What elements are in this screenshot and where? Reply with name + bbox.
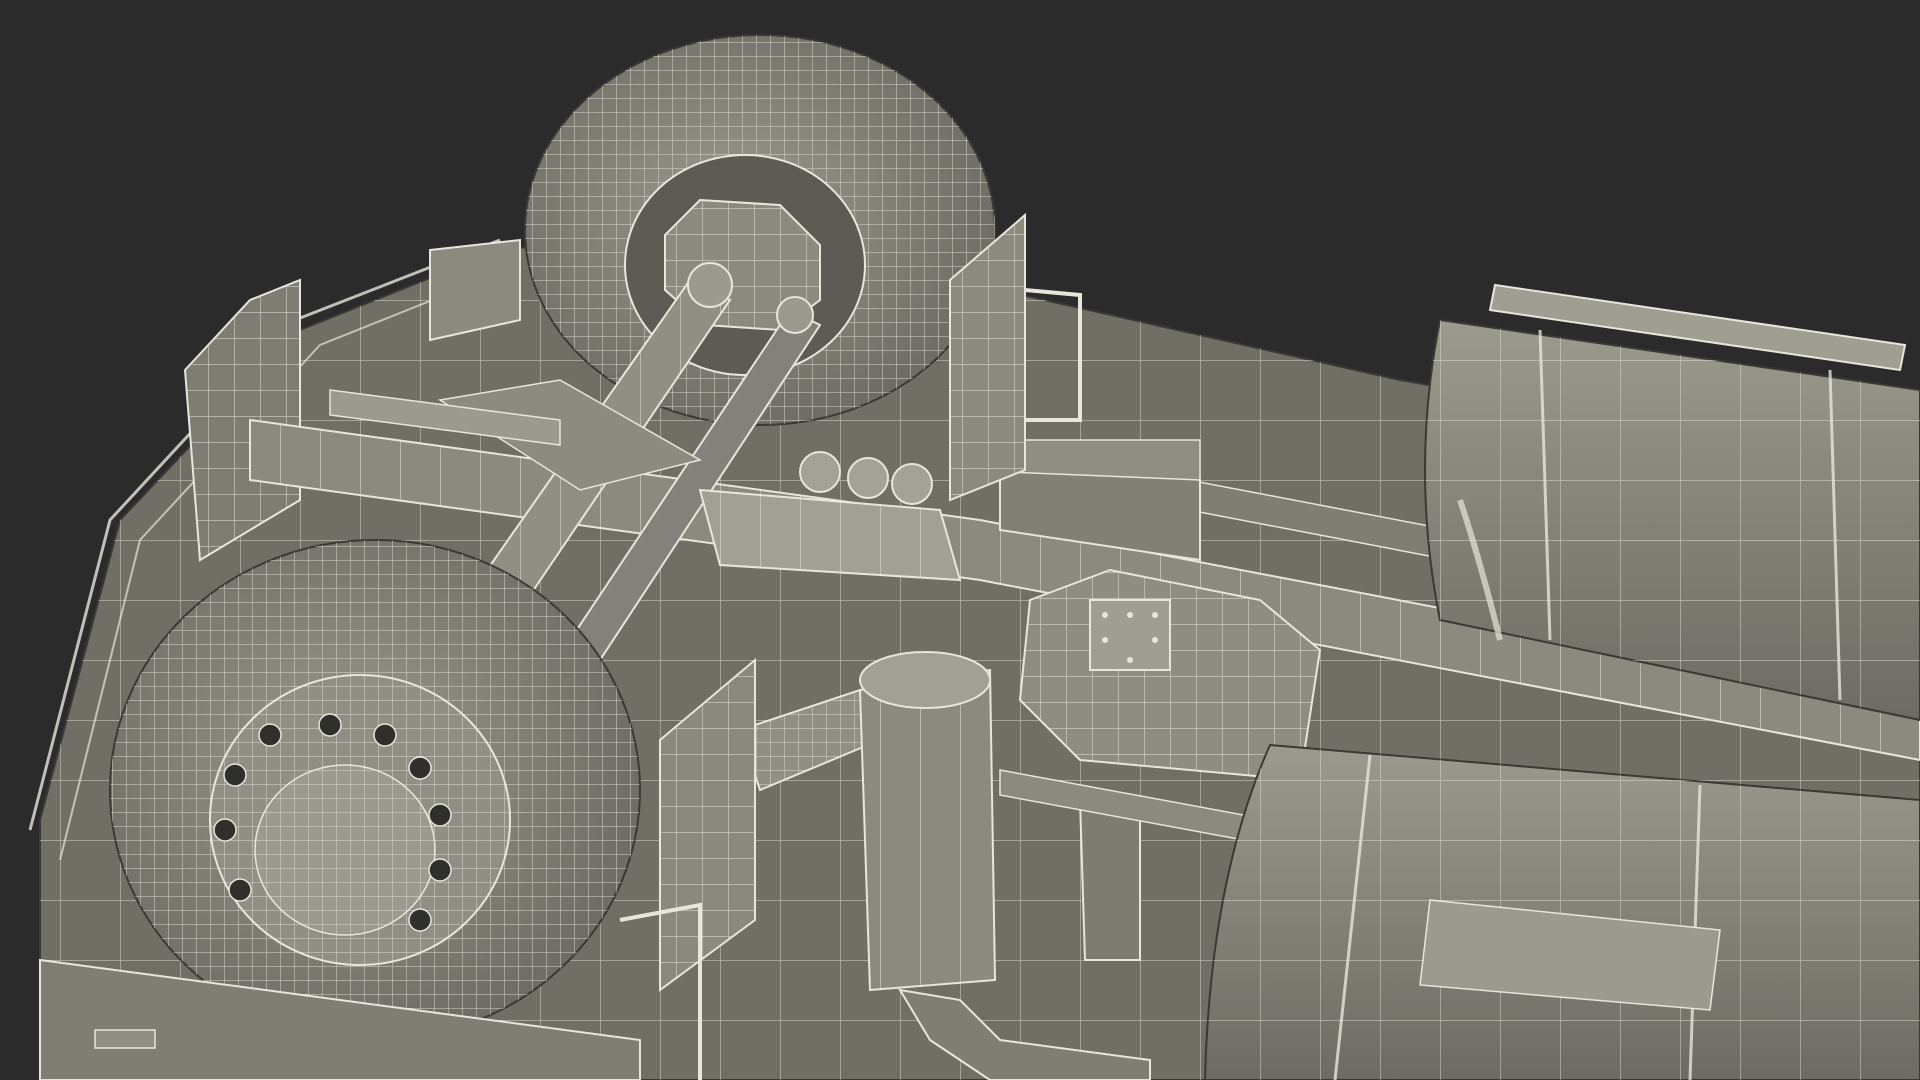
front-tire [109,539,641,1041]
wireframe-render [0,0,1920,1080]
fuel-tank-lower [1203,743,1920,1080]
